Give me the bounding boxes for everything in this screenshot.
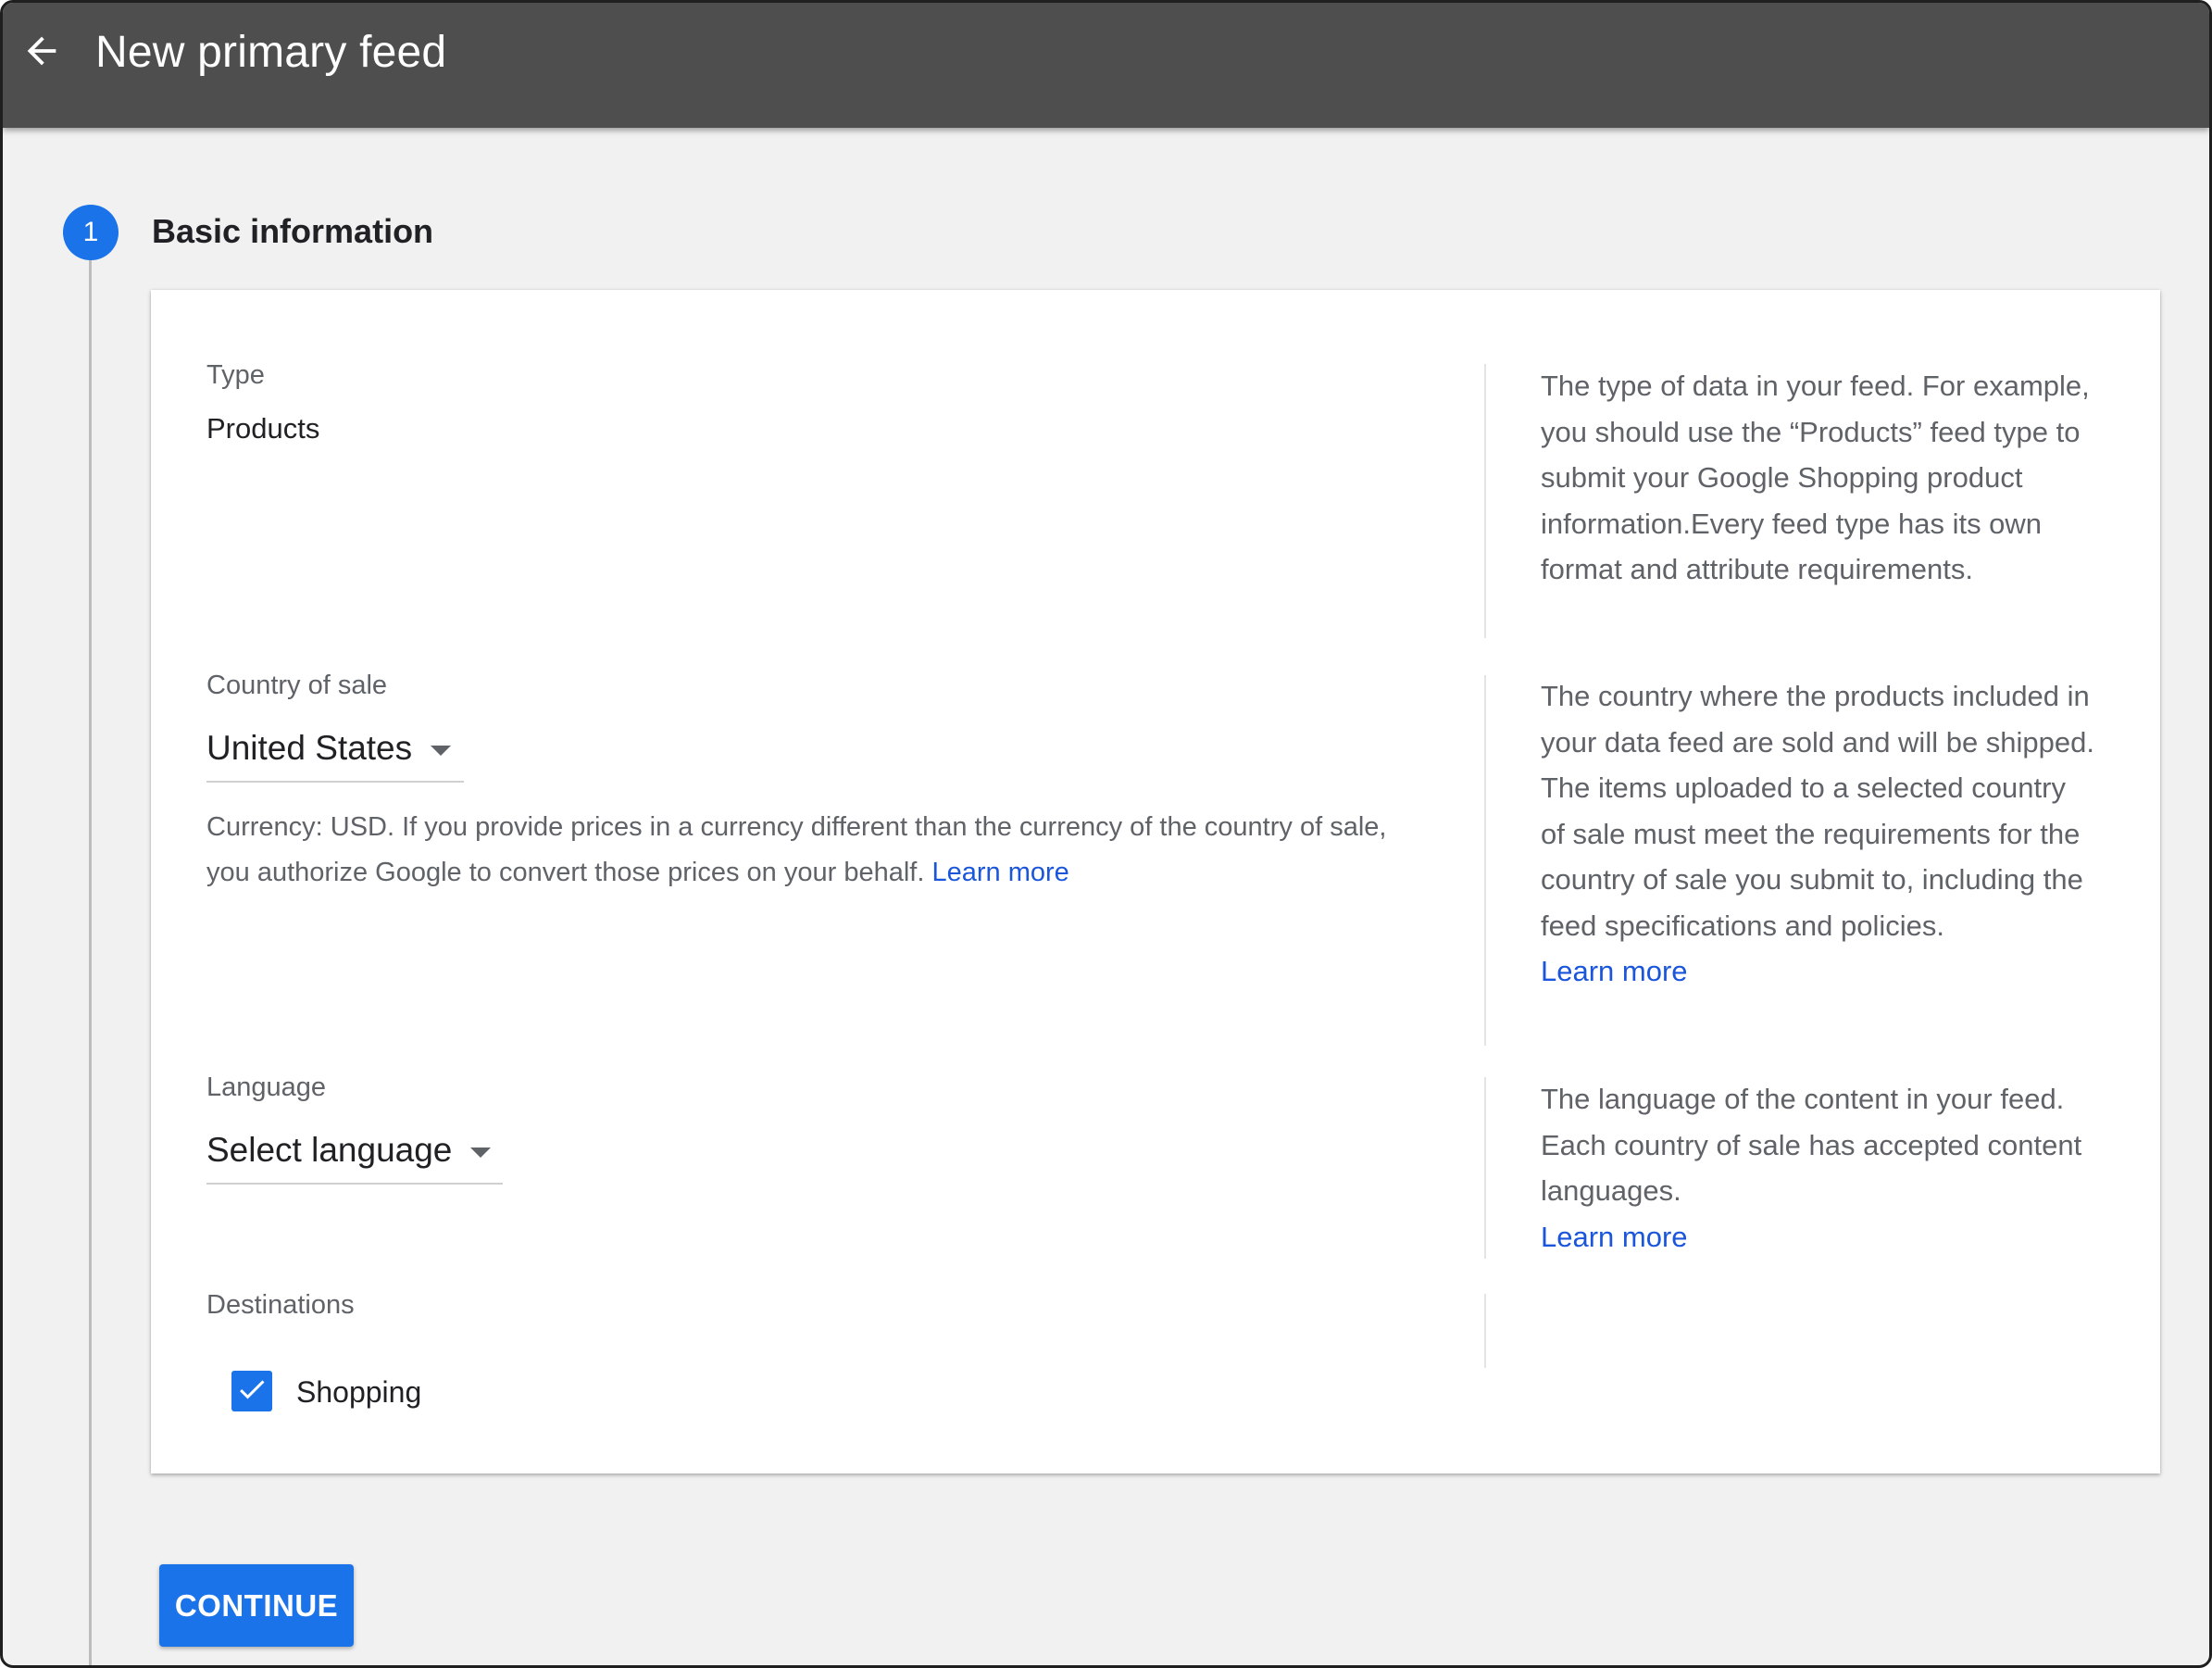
language-help-body: The language of the content in your feed…	[1541, 1083, 2082, 1207]
back-button[interactable]	[14, 25, 69, 81]
country-learn-more-link[interactable]: Learn more	[1541, 948, 2096, 995]
step-title: Basic information	[152, 212, 434, 250]
country-selected-value: United States	[206, 729, 413, 767]
divider	[1484, 1077, 1486, 1259]
language-label: Language	[206, 1072, 327, 1102]
continue-button[interactable]: CONTINUE	[159, 1564, 354, 1647]
stepper-line	[89, 253, 92, 1665]
language-selected-value: Select language	[206, 1131, 453, 1169]
type-help-body: The type of data in your feed. For examp…	[1541, 370, 2090, 585]
type-value: Products	[206, 412, 320, 445]
basic-information-card: Type Products The type of data in your f…	[151, 290, 2160, 1474]
currency-note: Currency: USD. If you provide prices in …	[206, 805, 1429, 896]
type-label: Type	[206, 360, 265, 390]
divider	[1484, 675, 1486, 1046]
country-help-text: The country where the products included …	[1541, 673, 2096, 995]
checkmark-icon	[235, 1373, 269, 1411]
arrow-back-icon	[20, 30, 63, 77]
dropdown-caret-icon	[470, 1147, 492, 1158]
divider	[1484, 1294, 1486, 1368]
page-title: New primary feed	[95, 28, 447, 77]
country-dropdown[interactable]: United States	[206, 716, 464, 783]
language-help-text: The language of the content in your feed…	[1541, 1076, 2096, 1260]
country-label: Country of sale	[206, 671, 388, 700]
currency-learn-more-link[interactable]: Learn more	[931, 858, 1069, 887]
type-help-text: The type of data in your feed. For examp…	[1541, 363, 2096, 593]
shopping-checkbox[interactable]	[231, 1371, 272, 1411]
step-number-badge: 1	[63, 205, 119, 260]
country-help-body: The country where the products included …	[1541, 680, 2095, 942]
currency-note-text: Currency: USD. If you provide prices in …	[206, 812, 1387, 887]
language-dropdown[interactable]: Select language	[206, 1118, 503, 1185]
destinations-label: Destinations	[206, 1290, 355, 1320]
app-window: New primary feed 1 Basic information Typ…	[0, 0, 2212, 1668]
divider	[1484, 364, 1486, 638]
top-app-bar: New primary feed	[3, 3, 2209, 128]
dropdown-caret-icon	[431, 745, 452, 756]
shopping-checkbox-label[interactable]: Shopping	[296, 1375, 421, 1410]
language-learn-more-link[interactable]: Learn more	[1541, 1214, 2096, 1260]
